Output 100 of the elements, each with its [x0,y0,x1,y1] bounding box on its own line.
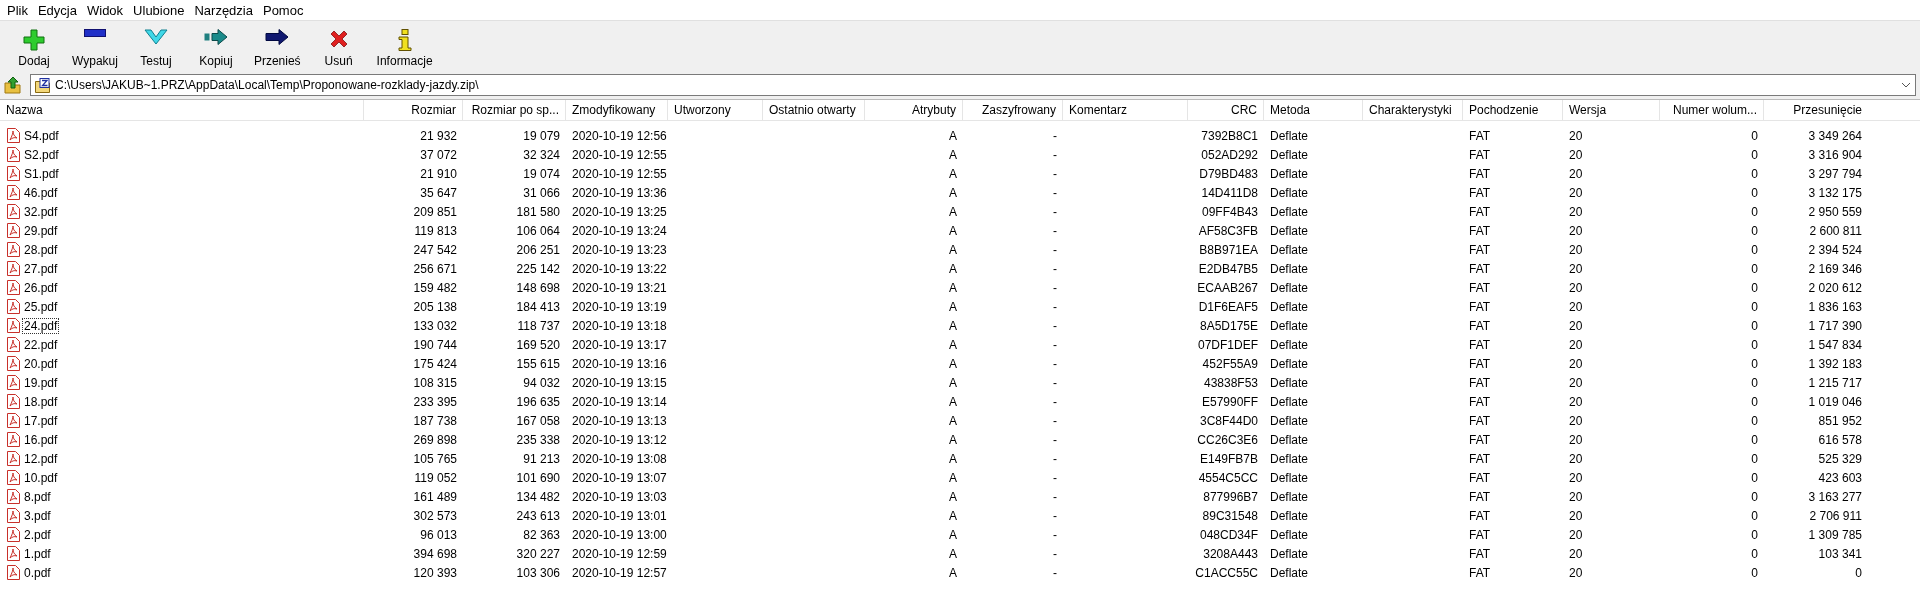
table-cell-text: CC26C3E6 [1196,432,1259,447]
file-name[interactable]: 28.pdf [22,241,60,258]
menu-item[interactable]: Edycja [37,2,77,18]
table-cell-text: 07DF1DEF [1196,337,1259,352]
table-cell-text: FAT [1468,261,1492,276]
table-cell-text: 1 392 183 [1807,356,1863,371]
menu-item[interactable]: Narzędzia [194,2,253,18]
file-name[interactable]: 2.pdf [22,526,53,543]
column-header[interactable]: Nazwa [0,100,364,120]
table-cell-text: 2020-10-19 12:57 [571,565,668,580]
file-name[interactable]: S4.pdf [22,127,61,144]
table-cell-text: 20 [1568,337,1584,352]
file-name[interactable]: 16.pdf [22,431,60,448]
file-name[interactable]: 27.pdf [22,260,60,277]
table-cell-text: A [948,508,958,523]
toolbar-button[interactable]: Przenieś [249,21,305,71]
file-name[interactable]: 0.pdf [22,564,53,581]
chevron-down-icon [143,29,168,45]
table-cell-text: 1 215 717 [1807,375,1863,390]
table-cell-text: 0 [1750,318,1759,333]
column-header[interactable]: Zmodyfikowany [566,100,668,120]
file-name[interactable]: 12.pdf [22,450,60,467]
table-cell-text: 0 [1750,204,1759,219]
table-cell-text: - [1052,413,1058,428]
file-name[interactable]: 46.pdf [22,184,60,201]
folder-up-icon[interactable] [4,76,22,94]
toolbar-button[interactable]: Dodaj [8,21,60,71]
address-field[interactable]: C:\Users\JAKUB~1.PRZ\AppData\Local\Temp\Proponowane-rozklady-jazdy.zip\ [30,74,1916,96]
column-header[interactable]: Ostatnio otwarty [763,100,865,120]
file-name[interactable]: S2.pdf [22,146,61,163]
column-header[interactable]: Komentarz [1063,100,1188,120]
pdf-file-icon [7,166,20,181]
file-name[interactable]: 26.pdf [22,279,60,296]
table-cell-text: 96 013 [419,527,458,542]
column-header[interactable]: Rozmiar [364,100,463,120]
table-cell-text: 155 615 [515,356,561,371]
table-cell-text: 3 316 904 [1807,147,1863,162]
table-cell-text: 134 482 [515,489,561,504]
column-header[interactable]: Przesunięcie [1764,100,1868,120]
file-name[interactable]: 32.pdf [22,203,60,220]
table-cell-text: - [1052,261,1058,276]
column-header[interactable]: Zaszyfrowany [963,100,1063,120]
table-cell-text: 108 315 [412,375,458,390]
table-cell-text: - [1052,546,1058,561]
menu-item[interactable]: Pomoc [262,2,304,18]
file-name[interactable]: 17.pdf [22,412,60,429]
column-header[interactable]: CRC [1188,100,1264,120]
pdf-file-icon [7,185,20,200]
column-header[interactable]: Numer wolum... [1660,100,1764,120]
toolbar-button[interactable]: Usuń [312,21,365,71]
dropdown-chevron-icon[interactable] [1901,82,1911,88]
column-header[interactable]: Charakterystyki [1363,100,1463,120]
table-cell-text: 20 [1568,394,1584,409]
table-cell-text: FAT [1468,413,1492,428]
pdf-file-icon [7,565,20,580]
table-cell-text: ECAAB267 [1196,280,1259,295]
toolbar-button[interactable]: Wypakuj [68,21,122,71]
file-name[interactable]: S1.pdf [22,165,61,182]
file-name[interactable]: 24.pdf [22,317,60,334]
menu-item[interactable]: Plik [7,2,28,18]
pdf-file-icon [7,299,20,314]
table-cell-text: FAT [1468,242,1492,257]
table-cell-text: 2020-10-19 13:17 [571,337,668,352]
table-cell-text: 851 952 [1817,413,1863,428]
toolbar-button[interactable]: Informacje [372,21,437,71]
table-cell-text: - [1052,489,1058,504]
file-name[interactable]: 22.pdf [22,336,60,353]
file-name[interactable]: 20.pdf [22,355,60,372]
table-cell-text: 105 765 [412,451,458,466]
file-name[interactable]: 10.pdf [22,469,60,486]
table-cell-text: - [1052,451,1058,466]
column-header[interactable]: Rozmiar po sp... [463,100,566,120]
menu-item[interactable]: Widok [87,2,124,18]
column-header[interactable]: Atrybuty [865,100,963,120]
table-cell-text: 89C31548 [1201,508,1259,523]
file-name[interactable]: 1.pdf [22,545,53,562]
file-name[interactable]: 29.pdf [22,222,60,239]
file-name[interactable]: 19.pdf [22,374,60,391]
column-header[interactable]: Pochodzenie [1463,100,1563,120]
table-cell-text: A [948,337,958,352]
column-header[interactable]: Utworzony [668,100,763,120]
table-cell-text: - [1052,128,1058,143]
column-header[interactable]: Wersja [1563,100,1660,120]
menu-item[interactable]: Ulubione [133,2,185,18]
table-cell-text: 3 349 264 [1807,128,1863,143]
table-cell-text: 20 [1568,204,1584,219]
pdf-file-icon [7,546,20,561]
file-name[interactable]: 8.pdf [22,488,53,505]
file-name[interactable]: 25.pdf [22,298,60,315]
toolbar-button[interactable]: Testuj [129,21,182,71]
table-cell-text: 184 413 [515,299,561,314]
toolbar-button[interactable]: Kopiuj [189,21,242,71]
table-cell-text: 8A5D175E [1198,318,1259,333]
table-cell-text: A [948,565,958,580]
file-name[interactable]: 3.pdf [22,507,53,524]
table-cell-text: 2020-10-19 13:14 [571,394,668,409]
file-name[interactable]: 18.pdf [22,393,60,410]
table-cell-text: 20 [1568,413,1584,428]
table-cell-text: FAT [1468,318,1492,333]
column-header[interactable]: Metoda [1264,100,1363,120]
